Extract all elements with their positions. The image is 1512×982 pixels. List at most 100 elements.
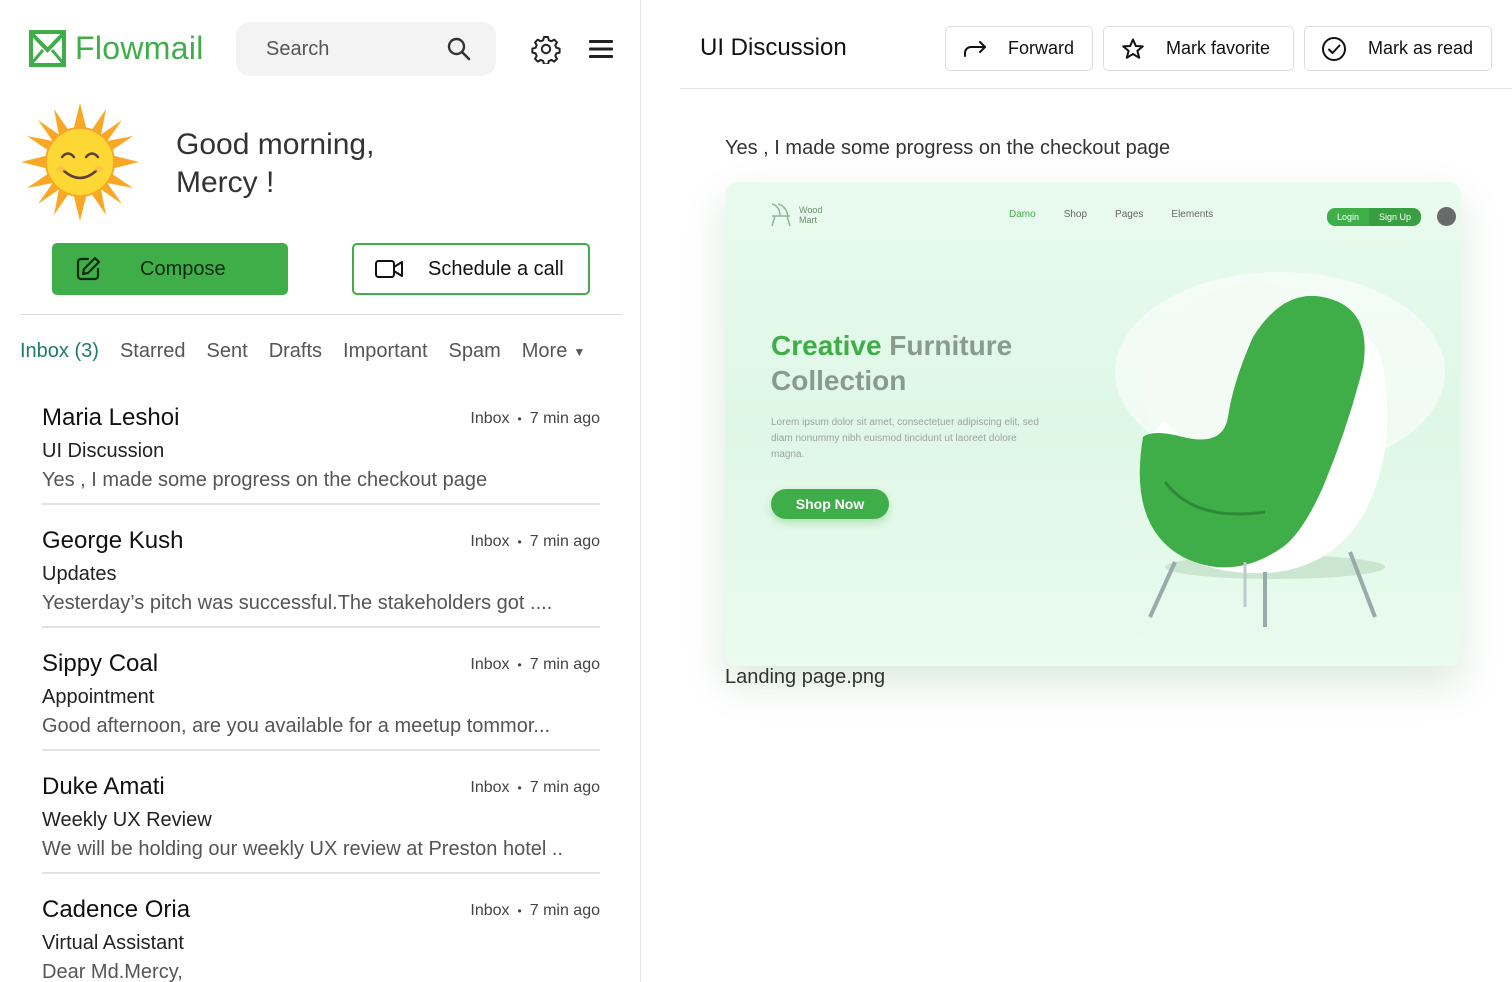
mockup-auth: Login Sign Up (1327, 208, 1422, 226)
mail-item[interactable]: Duke Amati Inbox • 7 min ago Weekly UX Rev… (42, 773, 600, 874)
sun-emoji-icon (21, 103, 139, 221)
mail-sender: George Kush (42, 527, 184, 554)
tab-starred[interactable]: Starred (120, 340, 186, 363)
mail-preview: Yesterday’s pitch was successful.The sta… (42, 592, 553, 614)
mockup-nav-item: Shop (1063, 209, 1088, 220)
compose-label: Compose (140, 257, 226, 280)
mockup-logo-line2: Mart (799, 215, 817, 225)
dot-separator: • (517, 781, 522, 795)
tab-more-label: More (521, 340, 568, 362)
mail-subject: Appointment (42, 686, 155, 708)
mockup-signup: Sign Up (1369, 208, 1422, 226)
search-icon[interactable] (446, 36, 472, 62)
mockup-headline-rest1: Furniture (889, 330, 1013, 361)
mail-meta: Inbox • 7 min ago (470, 533, 600, 551)
schedule-call-button[interactable]: Schedule a call (352, 243, 590, 295)
mockup-nav-item: Damo (1009, 209, 1036, 220)
forward-button[interactable]: Forward (945, 26, 1093, 71)
mail-time: 7 min ago (529, 779, 600, 796)
dot-separator: • (517, 412, 522, 426)
mail-sender: Duke Amati (42, 773, 165, 800)
mockup-nav: Damo Shop Pages Elements (1009, 209, 1241, 220)
greeting-line1: Good morning, (176, 128, 375, 161)
envelope-icon (29, 30, 66, 67)
greeting-line2: Mercy ! (176, 166, 275, 199)
message-body: Yes , I made some progress on the checko… (725, 137, 1171, 159)
mail-meta: Inbox • 7 min ago (470, 656, 600, 674)
mail-subject: Virtual Assistant (42, 932, 184, 954)
forward-label: Forward (1008, 38, 1075, 58)
mockup-logo-line1: Wood (799, 205, 823, 215)
attachment-filename: Landing page.png (725, 666, 886, 688)
mail-folder: Inbox (470, 779, 510, 796)
mail-sender: Sippy Coal (42, 650, 159, 677)
mail-folder: Inbox (470, 410, 510, 427)
mail-subject: UI Discussion (42, 440, 165, 462)
mockup-shop-now-button: Shop Now (771, 489, 889, 519)
search-input[interactable] (266, 37, 446, 61)
dot-separator: • (517, 535, 522, 549)
forward-arrow-icon (964, 40, 986, 57)
star-icon (1122, 38, 1144, 59)
mail-list-pane: Flowmail Search Good morning, Mercy ! Co… (0, 0, 641, 982)
tab-inbox[interactable]: Inbox (3) (20, 340, 99, 363)
mail-sender: Cadence Oria (42, 896, 191, 923)
tab-important[interactable]: Important (343, 340, 427, 363)
mark-favorite-button[interactable]: Mark favorite (1103, 26, 1294, 71)
caret-down-icon: ▼ (573, 344, 586, 359)
attachment-image[interactable]: Wood Mart Damo Shop Pages Elements Login… (725, 182, 1461, 666)
tab-spam[interactable]: Spam (449, 340, 501, 363)
video-camera-icon (375, 260, 403, 278)
mark-as-read-label: Mark as read (1368, 38, 1474, 58)
armchair-illustration (1115, 272, 1445, 627)
mockup-headline-rest2: Collection (771, 365, 907, 396)
mockup-login: Login (1327, 208, 1370, 226)
hamburger-icon[interactable] (588, 38, 614, 60)
mail-time: 7 min ago (529, 902, 600, 919)
mail-preview: Yes , I made some progress on the checko… (42, 469, 488, 491)
tab-sent[interactable]: Sent (207, 340, 248, 363)
mail-time: 7 min ago (529, 656, 600, 673)
folder-tabs: Inbox (3) Starred Sent Drafts Important … (20, 340, 585, 363)
mockup-paragraph: Lorem ipsum dolor sit amet, consectetuer… (771, 417, 1039, 460)
mail-item[interactable]: George Kush Inbox • 7 min ago Updates Yest… (42, 527, 600, 628)
brand-name: Flowmail (75, 30, 204, 66)
mail-preview: Good afternoon, are you available for a … (42, 715, 551, 737)
dot-separator: • (517, 658, 522, 672)
compose-button[interactable]: Compose (52, 243, 288, 295)
mail-preview: We will be holding our weekly UX review … (42, 838, 563, 860)
mail-folder: Inbox (470, 533, 510, 550)
mail-meta: Inbox • 7 min ago (470, 410, 600, 428)
mail-time: 7 min ago (529, 410, 600, 427)
mail-meta: Inbox • 7 min ago (470, 902, 600, 920)
brand[interactable]: Flowmail (29, 30, 204, 67)
tab-drafts[interactable]: Drafts (269, 340, 322, 363)
mockup-logo: Wood Mart (769, 202, 822, 228)
edit-icon (76, 256, 101, 281)
mail-item[interactable]: Cadence Oria Inbox • 7 min ago Virtual Ass… (42, 896, 600, 982)
gear-icon[interactable] (531, 34, 561, 64)
mail-meta: Inbox • 7 min ago (470, 779, 600, 797)
mail-folder: Inbox (470, 656, 510, 673)
tab-more[interactable]: More ▼ (522, 340, 585, 363)
dot-separator: • (517, 904, 522, 918)
mail-folder: Inbox (470, 902, 510, 919)
mail-item[interactable]: Sippy Coal Inbox • 7 min ago Appointment G… (42, 650, 600, 751)
divider (680, 88, 1512, 89)
mockup-nav-item: Pages (1115, 209, 1144, 220)
cart-icon (1437, 207, 1456, 226)
greeting: Good morning, Mercy ! (176, 126, 374, 202)
mail-preview: Dear Md.Mercy, (42, 961, 183, 982)
chair-logo-icon (771, 203, 791, 227)
mail-item[interactable]: Maria Leshoi Inbox • 7 min ago UI Discussi… (42, 404, 600, 505)
search-bar[interactable] (236, 22, 496, 76)
mockup-headline: Creative Furniture Collection (771, 328, 1012, 398)
mark-favorite-label: Mark favorite (1166, 38, 1271, 58)
divider (20, 314, 622, 315)
reading-pane: UI Discussion Forward Mark favorite Mark… (641, 0, 1512, 982)
mail-time: 7 min ago (529, 533, 600, 550)
mail-subject: Updates (42, 563, 117, 585)
mockup-nav-item: Elements (1171, 209, 1214, 220)
mark-as-read-button[interactable]: Mark as read (1304, 26, 1492, 71)
thread-title: UI Discussion (700, 34, 847, 61)
